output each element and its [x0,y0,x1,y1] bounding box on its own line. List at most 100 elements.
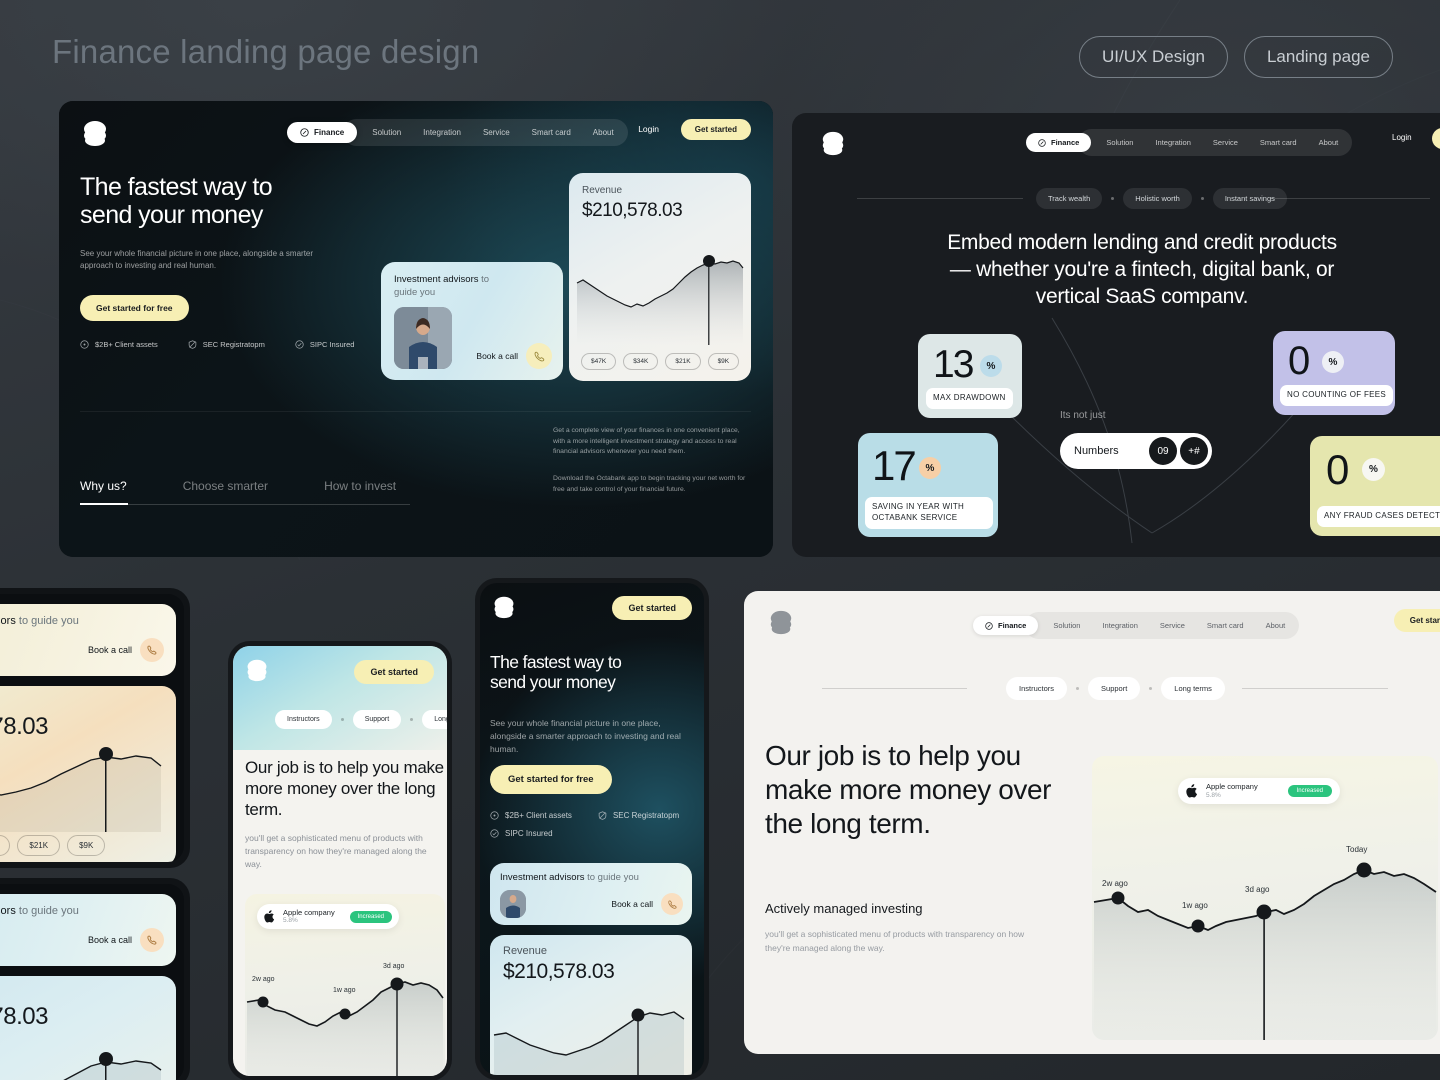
hero-title-line1: The fastest way to [80,173,273,201]
advisor-card[interactable]: Investment advisors to guide you Book a … [381,262,563,380]
nav-item-integration[interactable]: Integration [412,122,472,143]
nav-pill-group: Solution Integration Service Smart card … [1025,612,1300,639]
pill-separator [340,718,344,721]
tag-landing-page[interactable]: Landing page [1243,36,1393,78]
revenue-chip[interactable]: $34K [0,835,11,856]
pill-long-terms[interactable]: Long terms [422,710,447,729]
mobile-frame-dark-hero: Get started The fastest way to send your… [475,578,709,1080]
stat-card-no-fees[interactable]: 0 % NO COUNTING OF FEES [1273,331,1395,415]
logo-icon[interactable] [245,658,269,682]
pill-support[interactable]: Support [352,710,402,729]
pill-instructors[interactable]: Instructors [275,710,332,729]
nav-item-integration[interactable]: Integration [1144,132,1201,153]
numbers-bar[interactable]: Numbers 09 +# [1060,433,1212,469]
book-a-call-button[interactable]: Book a call [476,343,552,369]
nav-item-finance[interactable]: Finance [973,616,1039,635]
phone-icon[interactable] [661,893,683,915]
compass-icon [985,621,993,630]
nav-item-solution[interactable]: Solution [1095,132,1144,153]
tag-uiux[interactable]: UI/UX Design [1078,36,1228,78]
advisor-card[interactable]: Investment advisors to guide you Book a … [490,863,692,925]
logo-icon[interactable] [820,130,846,156]
revenue-value: $210,578.03 [582,200,683,221]
stat-label: ANY FRAUD CASES DETECTS [1317,506,1440,527]
phone-icon[interactable] [140,638,164,662]
revenue-chip[interactable]: $34K [623,353,659,370]
nav-item-about[interactable]: About [1255,615,1297,636]
revenue-chip[interactable]: $9K [707,353,740,370]
pill-instructors[interactable]: Instructors [1006,677,1068,700]
book-a-call-button[interactable]: Book a call [611,893,683,915]
nav-item-finance[interactable]: Finance [1026,133,1092,152]
numbers-badge-09[interactable]: 09 [1149,437,1177,465]
book-a-call-label: Book a call [611,899,653,909]
ticker-card[interactable]: Apple company 5.8% Increased [257,904,399,930]
login-link[interactable]: Login [1392,133,1412,142]
pill-holistic-worth[interactable]: Holistic worth [1123,188,1192,209]
revenue-card[interactable]: Revenue $210,578.03 [0,976,176,1080]
nav-item-smart-card[interactable]: Smart card [1196,615,1255,636]
get-started-button[interactable]: Get started [1432,128,1440,149]
book-a-call-button[interactable]: Book a call [88,928,164,952]
get-started-button[interactable]: Get started [354,660,434,684]
hero-title-line2: send your money [490,671,616,692]
light-heading: Our job is to help you make more money o… [765,739,1052,841]
nav-item-about[interactable]: About [582,122,625,143]
get-started-button[interactable]: Get started [612,596,692,620]
revenue-chips: $47K $34K $21K $9K [0,835,106,856]
nav-item-about[interactable]: About [1308,132,1350,153]
numbers-badge-hash[interactable]: +# [1180,437,1208,465]
hero-tabs: Why us? Choose smarter How to invest [80,479,396,493]
advisor-card[interactable]: Investment advisors to guide you Book a … [0,894,176,966]
advisor-card-title-strong: Investment advisors [0,905,16,917]
hero-cta-button[interactable]: Get started for free [490,765,612,794]
login-link[interactable]: Login [638,124,659,134]
tab-how-to-invest[interactable]: How to invest [324,479,396,493]
logo-icon[interactable] [768,609,794,635]
pill-long-terms[interactable]: Long terms [1161,677,1225,700]
divider-left [822,688,967,689]
nav-item-solution[interactable]: Solution [361,122,412,143]
nav-item-solution[interactable]: Solution [1042,615,1091,636]
get-started-button[interactable]: Get started [680,119,751,140]
apple-chart-line [1093,862,1437,1040]
phone-icon[interactable] [526,343,552,369]
stat-value: 17 [872,442,917,489]
nav-item-integration[interactable]: Integration [1091,615,1148,636]
phone-icon[interactable] [140,928,164,952]
revenue-chip[interactable]: $9K [67,835,106,856]
stat-card-saving[interactable]: 17 % SAVING IN YEAR WITH OCTABANK SERVIC… [858,433,998,537]
advisor-card[interactable]: Investment advisors to guide you Book a … [0,604,176,676]
book-a-call-label: Book a call [87,645,132,655]
book-a-call-button[interactable]: Book a call [88,638,164,662]
stat-card-max-drawdown[interactable]: 13 % MAX DRAWDOWN [918,334,1022,418]
revenue-card[interactable]: Revenue $210,578.03 $47K $34K $21K $9K [569,173,751,381]
badge-client-assets: $2B+ Client assets [80,340,158,349]
revenue-card[interactable]: Revenue $210,578.03 $47K $34K $21K $9K [0,686,176,862]
revenue-card[interactable]: Revenue $210,578.03 [490,935,692,1075]
logo-icon[interactable] [492,595,516,619]
stat-value: 13 [933,343,974,386]
light-heading-line3: the long term. [765,807,931,839]
tab-choose-smarter[interactable]: Choose smarter [183,479,268,493]
hero-cta-button[interactable]: Get started for free [80,295,189,321]
tab-why-us[interactable]: Why us? [80,479,127,493]
advisor-card-title-strong: Investment advisors [0,615,16,627]
ticker-card[interactable]: Apple company 5.8% Increased [1178,778,1340,805]
hero-title-line1: The fastest way to [490,652,622,672]
revenue-chip[interactable]: $21K [665,353,701,370]
nav-item-service[interactable]: Service [472,122,521,143]
pill-support[interactable]: Support [1088,677,1141,700]
revenue-chip[interactable]: $21K [17,835,61,856]
nav-item-smart-card[interactable]: Smart card [1249,132,1308,153]
logo-icon[interactable] [81,119,109,147]
nav-item-smart-card[interactable]: Smart card [521,122,582,143]
nav-item-service[interactable]: Service [1202,132,1249,153]
stat-card-no-fraud[interactable]: 0 % ANY FRAUD CASES DETECTS [1310,436,1440,536]
pill-track-wealth[interactable]: Track wealth [1036,188,1103,209]
nav-item-finance[interactable]: Finance [287,122,358,143]
stat-unit-bubble: % [919,457,941,479]
revenue-chip[interactable]: $47K [581,353,617,370]
get-started-button[interactable]: Get started [1393,609,1440,632]
nav-item-service[interactable]: Service [1149,615,1196,636]
